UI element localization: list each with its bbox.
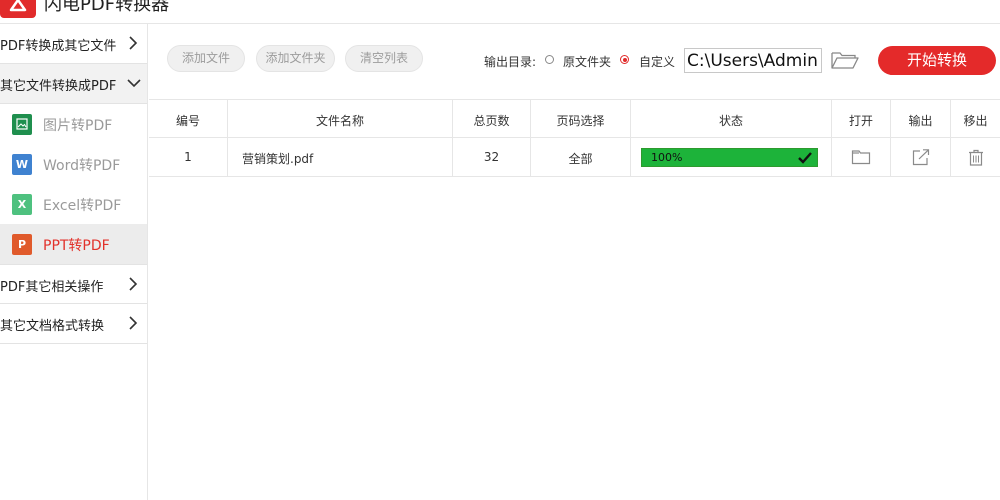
output-path-input[interactable] (684, 48, 822, 73)
sidebar-item-image-to-pdf[interactable]: 图片转PDF (0, 104, 147, 144)
clear-list-button[interactable]: 清空列表 (345, 45, 423, 72)
ppt-file-icon: P (12, 234, 32, 255)
sidebar-item-label: Word转PDF (43, 158, 121, 174)
add-file-button[interactable]: 添加文件 (167, 45, 245, 72)
radio-source-folder[interactable] (545, 55, 554, 64)
progress-bar: 100% (641, 148, 818, 167)
chevron-down-icon (127, 79, 141, 88)
radio-custom-label[interactable]: 自定义 (639, 53, 675, 70)
cell-pages: 32 (453, 138, 531, 176)
trash-icon[interactable] (968, 149, 984, 166)
title-bar: 闪电PDF转换器 (0, 0, 1000, 24)
col-header-index: 编号 (149, 100, 228, 137)
chevron-right-icon (129, 316, 138, 330)
add-folder-button[interactable]: 添加文件夹 (256, 45, 335, 72)
sidebar-item-label: PPT转PDF (43, 238, 110, 254)
cell-output (891, 138, 951, 176)
chevron-right-icon (129, 36, 138, 50)
sidebar-item-label: 图片转PDF (43, 118, 113, 134)
app-title: 闪电PDF转换器 (44, 0, 170, 15)
sidebar-category-other-doc-formats[interactable]: 其它文档格式转换 (0, 304, 147, 344)
col-header-output: 输出 (891, 100, 951, 137)
table-row[interactable]: 1 营销策划.pdf 32 全部 100% (149, 138, 1000, 177)
cell-open (832, 138, 891, 176)
start-convert-button[interactable]: 开始转换 (878, 46, 996, 75)
cell-index: 1 (149, 138, 228, 176)
col-header-pages: 总页数 (453, 100, 531, 137)
sidebar-category-label: PDF转换成其它文件 (0, 39, 117, 54)
sidebar-category-label: 其它文件转换成PDF (0, 79, 117, 94)
col-header-open: 打开 (832, 100, 891, 137)
col-header-remove: 移出 (963, 114, 988, 128)
radio-custom[interactable] (620, 55, 629, 64)
chevron-right-icon (129, 277, 138, 291)
col-header-status: 状态 (631, 100, 832, 137)
cell-remove (951, 138, 1000, 176)
sidebar-item-word-to-pdf[interactable]: W Word转PDF (0, 144, 147, 184)
sidebar-category-pdf-to-other[interactable]: PDF转换成其它文件 (0, 24, 147, 64)
export-icon[interactable] (912, 149, 930, 166)
excel-file-icon: X (12, 194, 32, 215)
folder-open-icon[interactable] (830, 49, 860, 71)
output-dir-label: 输出目录: (484, 55, 537, 69)
checkmark-icon (798, 152, 812, 164)
sidebar-item-ppt-to-pdf[interactable]: P PPT转PDF (0, 224, 147, 264)
sidebar-category-pdf-other-ops[interactable]: PDF其它相关操作 (0, 264, 147, 304)
sidebar-item-label: Excel转PDF (43, 198, 122, 214)
cell-filename: 营销策划.pdf (228, 138, 453, 176)
word-file-icon: W (12, 154, 32, 175)
col-header-filename: 文件名称 (228, 100, 453, 137)
table-header-row: 编号 文件名称 总页数 页码选择 状态 打开 输出 移出 (149, 99, 1000, 138)
sidebar-category-label: 其它文档格式转换 (0, 319, 105, 334)
sidebar-category-other-to-pdf[interactable]: 其它文件转换成PDF (0, 64, 147, 104)
image-file-icon (12, 114, 32, 135)
sidebar: PDF转换成其它文件 其它文件转换成PDF 图片转PDF W Word转PDF … (0, 24, 148, 500)
cell-status: 100% (631, 138, 832, 176)
col-header-page-select: 页码选择 (531, 100, 631, 137)
app-logo-icon (0, 0, 36, 18)
cell-page-select[interactable]: 全部 (531, 138, 631, 176)
radio-source-folder-label[interactable]: 原文件夹 (563, 53, 611, 70)
open-folder-icon[interactable] (851, 149, 871, 165)
sidebar-category-label: PDF其它相关操作 (0, 280, 104, 295)
progress-text: 100% (651, 151, 683, 164)
sidebar-item-excel-to-pdf[interactable]: X Excel转PDF (0, 184, 147, 224)
